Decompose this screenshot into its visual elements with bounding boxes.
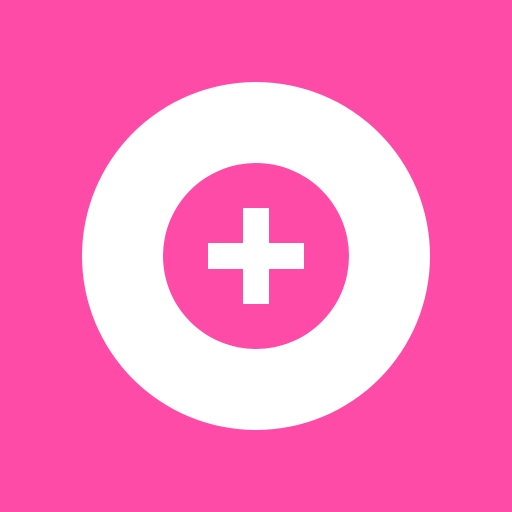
plus-icon[interactable] <box>163 163 349 349</box>
plus-vertical-bar <box>243 208 269 304</box>
app-icon-canvas <box>0 0 512 512</box>
